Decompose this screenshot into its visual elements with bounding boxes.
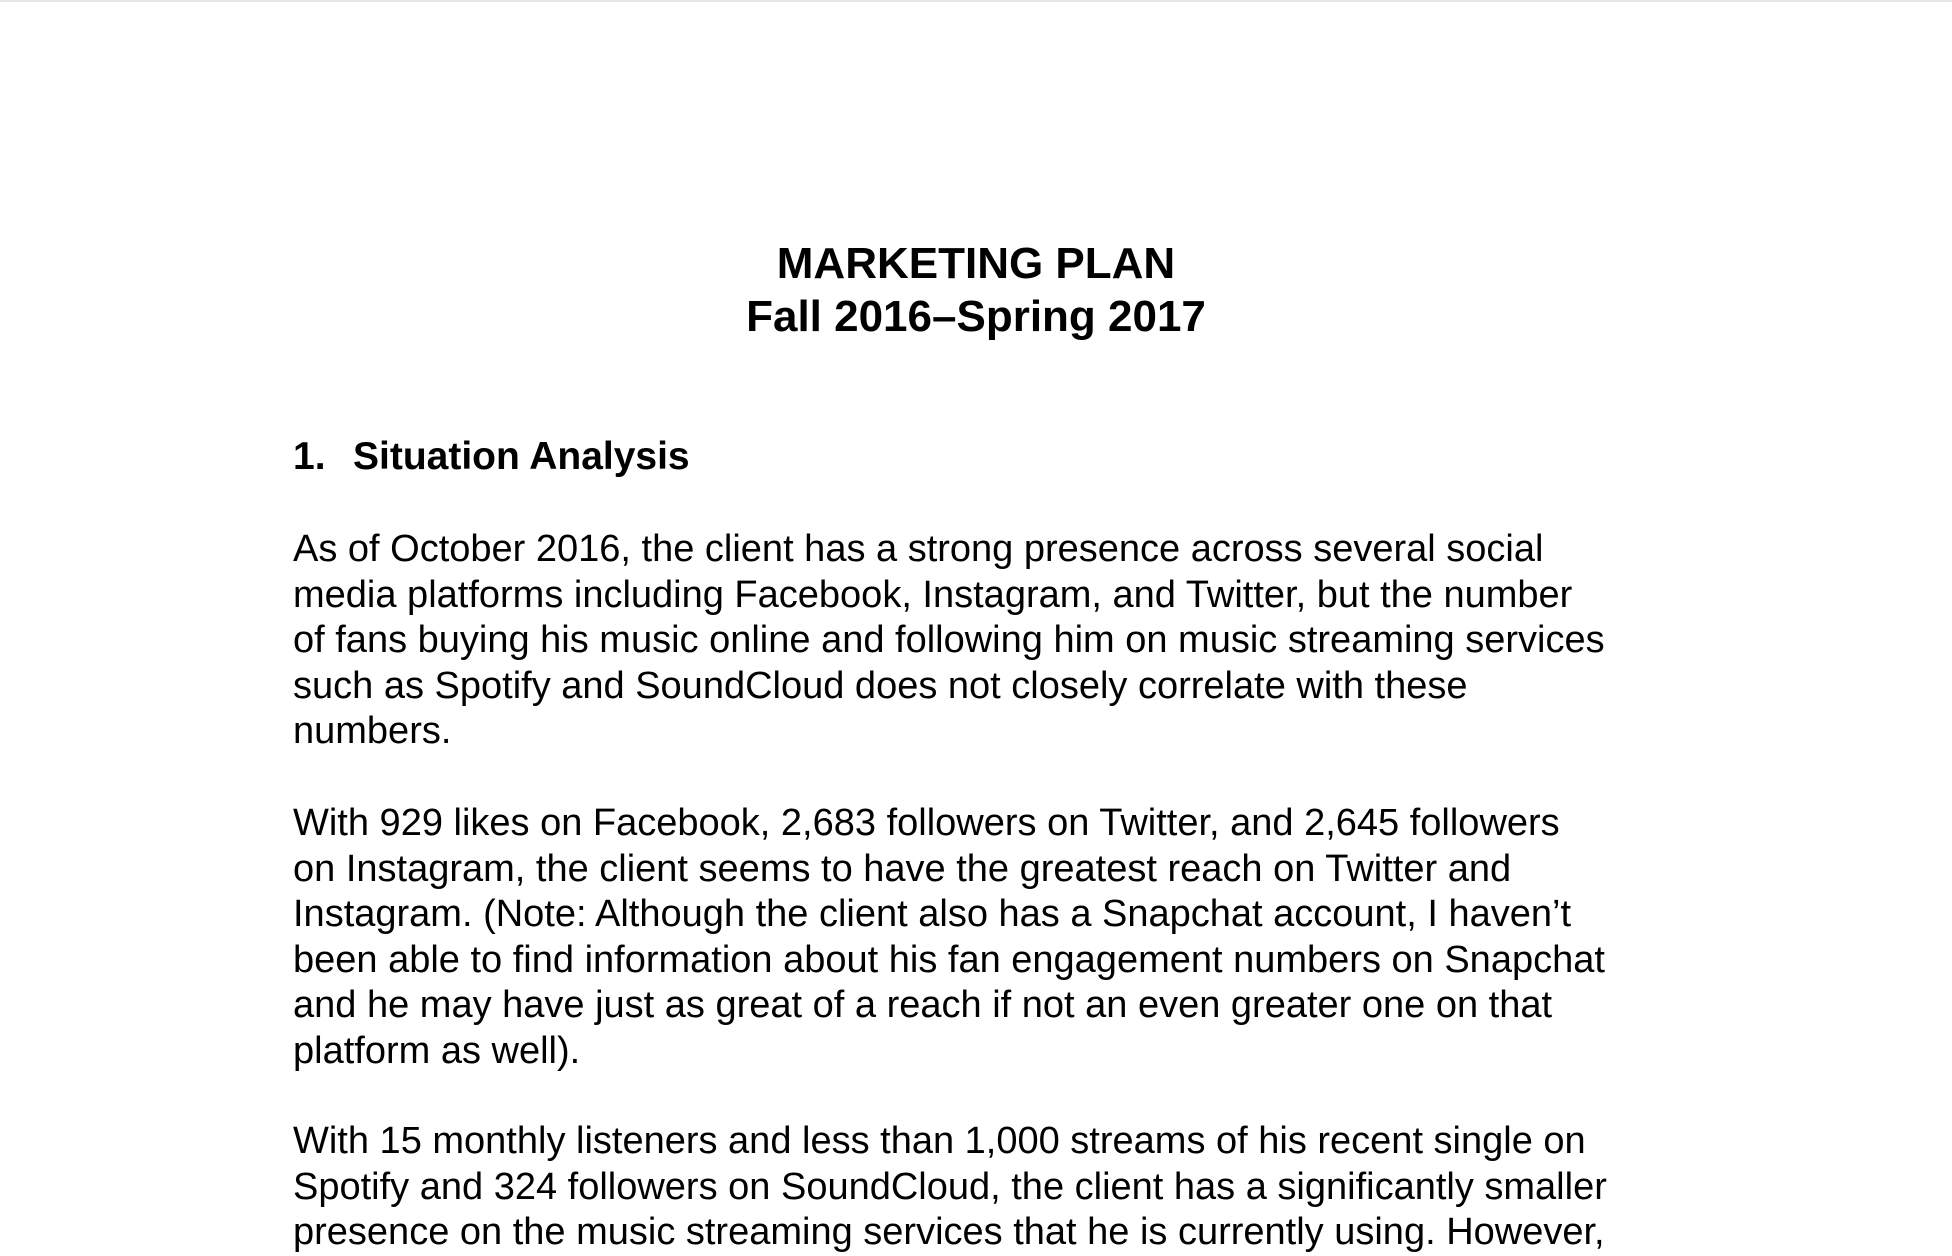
section-title: Situation Analysis [353, 435, 690, 478]
paragraph-line: With 15 monthly listeners and less than … [293, 1120, 1586, 1162]
paragraph-line: media platforms including Facebook, Inst… [293, 573, 1573, 616]
document-page: MARKETING PLAN Fall 2016–Spring 2017 1. S… [0, 0, 1952, 1256]
paragraph-social-presence: As of October 2016, the client has a str… [293, 527, 1713, 755]
paragraph-line: Instagram. (Note: Although the client al… [293, 893, 1572, 935]
paragraph-follower-counts: With 929 likes on Facebook, 2,683 follow… [293, 801, 1713, 1074]
paragraph-line: and he may have just as great of a reach… [293, 984, 1553, 1026]
paragraph-line: With 929 likes on Facebook, 2,683 follow… [293, 802, 1560, 844]
paragraph-line: presence on the music streaming services… [293, 1211, 1605, 1253]
paragraph-line: numbers. [293, 710, 452, 752]
paragraph-streaming-presence: With 15 monthly listeners and less than … [293, 1119, 1713, 1256]
paragraph-line: As of October 2016, the client has a str… [293, 528, 1544, 570]
section-number: 1. [293, 435, 326, 478]
paragraph-line: been able to find information about his … [293, 938, 1605, 981]
paragraph-line: such as Spotify and SoundCloud does not … [293, 664, 1468, 707]
section-heading: 1. Situation Analysis [293, 433, 690, 481]
paragraph-line: on Instagram, the client seems to have t… [293, 847, 1512, 890]
paragraph-line: platform as well). [293, 1029, 581, 1072]
paragraph-line: of fans buying his music online and foll… [293, 619, 1605, 661]
document-title: MARKETING PLAN [776, 239, 1176, 288]
paragraph-line: Spotify and 324 followers on SoundCloud,… [293, 1165, 1607, 1208]
document-subtitle-date-range: Fall 2016–Spring 2017 [746, 292, 1206, 341]
